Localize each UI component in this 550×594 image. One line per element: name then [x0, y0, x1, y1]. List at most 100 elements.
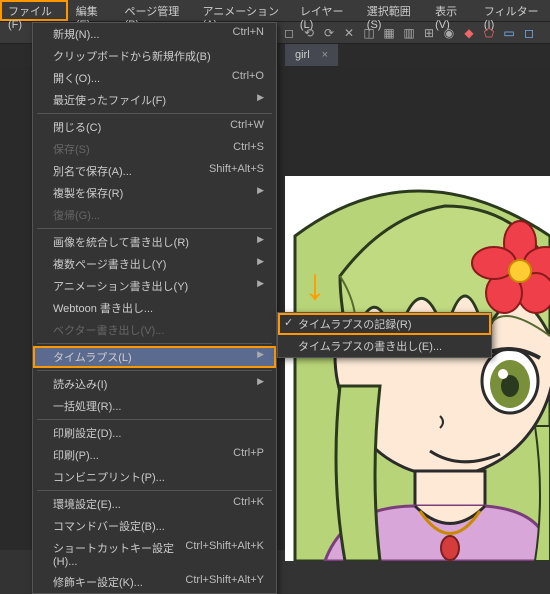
tool-icon-5[interactable]: ◫ — [360, 24, 378, 42]
tool-icon-13[interactable]: ◻ — [520, 24, 538, 42]
tool-icon-10[interactable]: ◆ — [460, 24, 478, 42]
menu-item[interactable]: 複製を保存(R) ▶ — [33, 182, 276, 204]
tool-icon-3[interactable]: ⟳ — [320, 24, 338, 42]
tab-close-icon[interactable]: × — [322, 49, 328, 61]
menu-item[interactable]: 別名で保存(A)...Shift+Alt+S — [33, 160, 276, 182]
menu-separator — [37, 228, 272, 229]
menu-item[interactable]: 一括処理(R)... — [33, 395, 276, 417]
submenu-arrow-icon: ▶ — [257, 234, 264, 250]
menu-item-label: 新規(N)... — [53, 26, 99, 42]
menu-item-label: Webtoon 書き出し... — [53, 300, 153, 316]
menu-item: 保存(S) Ctrl+S — [33, 138, 276, 160]
menu-item-label: 読み込み(I) — [53, 376, 107, 392]
menu-item-label: コンビニプリント(P)... — [53, 469, 165, 485]
tool-icon-8[interactable]: ⊞ — [420, 24, 438, 42]
menu-item[interactable]: Webtoon 書き出し... — [33, 297, 276, 319]
tool-icon-12[interactable]: ▭ — [500, 24, 518, 42]
tool-icon-11[interactable]: ⬠ — [480, 24, 498, 42]
menu-item-shortcut: Ctrl+O — [232, 70, 264, 86]
menu-item[interactable]: コマンドバー設定(B)... — [33, 515, 276, 537]
menu-item[interactable]: 印刷設定(D)... — [33, 422, 276, 444]
menu-layer[interactable]: レイヤー(L) — [292, 0, 359, 21]
menu-item[interactable]: 最近使ったファイル(F) ▶ — [33, 89, 276, 111]
menu-item-label: 印刷設定(D)... — [53, 425, 121, 441]
submenu-arrow-icon: ▶ — [257, 278, 264, 294]
canvas-artwork[interactable] — [285, 176, 550, 561]
menu-separator — [37, 419, 272, 420]
menu-item-label: ベクター書き出し(V)... — [53, 322, 164, 338]
submenu-item[interactable]: タイムラプスの書き出し(E)... — [278, 335, 491, 357]
tool-icon-7[interactable]: ▥ — [400, 24, 418, 42]
file-dropdown: 新規(N)... Ctrl+N クリップボードから新規作成(B) 開く(O)... Ct… — [32, 22, 277, 594]
menu-item-label: タイムラプス(L) — [53, 349, 132, 365]
menu-item[interactable]: 複数ページ書き出し(Y)▶ — [33, 253, 276, 275]
timelapse-submenu: ✓ タイムラプスの記録(R) タイムラプスの書き出し(E)... — [277, 312, 492, 358]
submenu-arrow-icon: ▶ — [257, 92, 264, 108]
menu-item[interactable]: 画像を統合して書き出し(R) ▶ — [33, 231, 276, 253]
menu-item-shortcut: Ctrl+Shift+Alt+K — [185, 540, 264, 568]
menu-item-label: 最近使ったファイル(F) — [53, 92, 166, 108]
menu-item-shortcut: Ctrl+S — [233, 141, 264, 157]
menu-item: ベクター書き出し(V)... — [33, 319, 276, 341]
menu-item[interactable]: 新規(N)... Ctrl+N — [33, 23, 276, 45]
menu-item-shortcut: Ctrl+P — [233, 447, 264, 463]
menu-item-label: ショートカットキー設定(H)... — [53, 540, 185, 568]
menu-item-label: 復帰(G)... — [53, 207, 100, 223]
menu-item-label: 環境設定(E)... — [53, 496, 121, 512]
menu-page[interactable]: ページ管理(P) — [117, 0, 195, 21]
menu-item-label: 閉じる(C) — [53, 119, 101, 135]
menu-item[interactable]: コンビニプリント(P)... — [33, 466, 276, 488]
menu-item-label: 開く(O)... — [53, 70, 100, 86]
menu-item-label: コマンドバー設定(B)... — [53, 518, 165, 534]
menu-item-label: 画像を統合して書き出し(R) — [53, 234, 189, 250]
menu-item[interactable]: 修飾キー設定(K)... Ctrl+Shift+Alt+Y — [33, 571, 276, 593]
annotation-arrow-icon: ↓ — [304, 260, 326, 310]
menu-item: 復帰(G)... — [33, 204, 276, 226]
submenu-item-label: タイムラプスの書き出し(E)... — [298, 338, 442, 354]
menu-item-label: 印刷(P)... — [53, 447, 99, 463]
tab-label: girl — [295, 49, 310, 61]
menu-item-label: 修飾キー設定(K)... — [53, 574, 143, 590]
menu-item[interactable]: タイムラプス(L) ▶ — [33, 346, 276, 368]
submenu-arrow-icon: ▶ — [257, 256, 264, 272]
menu-item[interactable]: 開く(O)... Ctrl+O — [33, 67, 276, 89]
menu-item[interactable]: 閉じる(C) Ctrl+W — [33, 116, 276, 138]
menu-item[interactable]: 環境設定(E)... Ctrl+K — [33, 493, 276, 515]
menu-separator — [37, 490, 272, 491]
menu-item-label: クリップボードから新規作成(B) — [53, 48, 211, 64]
menu-item-shortcut: Ctrl+W — [230, 119, 264, 135]
menu-item[interactable]: アニメーション書き出し(Y) ▶ — [33, 275, 276, 297]
tool-icon-6[interactable]: ▦ — [380, 24, 398, 42]
menu-item-label: 複製を保存(R) — [53, 185, 123, 201]
menu-view[interactable]: 表示(V) — [427, 0, 476, 21]
submenu-item[interactable]: ✓ タイムラプスの記録(R) — [278, 313, 491, 335]
tool-icon-9[interactable]: ◉ — [440, 24, 458, 42]
menu-item-shortcut: Ctrl+Shift+Alt+Y — [185, 574, 264, 590]
menu-item[interactable]: 印刷(P)... Ctrl+P — [33, 444, 276, 466]
menubar: ファイル(F) 編集(E) ページ管理(P) アニメーション(A) レイヤー(L… — [0, 0, 550, 22]
menu-item-shortcut: Ctrl+N — [233, 26, 264, 42]
menu-item[interactable]: 読み込み(I) ▶ — [33, 373, 276, 395]
submenu-arrow-icon: ▶ — [257, 185, 264, 201]
menu-filter[interactable]: フィルター(I) — [476, 0, 550, 21]
check-icon: ✓ — [284, 316, 293, 329]
menu-item-label: アニメーション書き出し(Y) — [53, 278, 188, 294]
menu-item[interactable]: ショートカットキー設定(H)...Ctrl+Shift+Alt+K — [33, 537, 276, 571]
menu-selection[interactable]: 選択範囲(S) — [359, 0, 427, 21]
tool-icon-4[interactable]: ✕ — [340, 24, 358, 42]
submenu-arrow-icon: ▶ — [257, 376, 264, 392]
menu-item-label: 保存(S) — [53, 141, 90, 157]
menu-file[interactable]: ファイル(F) — [0, 0, 68, 21]
menu-edit[interactable]: 編集(E) — [68, 0, 117, 21]
menu-item-shortcut: Ctrl+K — [233, 496, 264, 512]
tool-icon-2[interactable]: ⟲ — [300, 24, 318, 42]
menu-animation[interactable]: アニメーション(A) — [194, 0, 291, 21]
menu-separator — [37, 343, 272, 344]
menu-item[interactable]: クリップボードから新規作成(B) — [33, 45, 276, 67]
menu-separator — [37, 370, 272, 371]
submenu-arrow-icon: ▶ — [257, 349, 264, 365]
submenu-item-label: タイムラプスの記録(R) — [298, 316, 412, 332]
menu-separator — [37, 113, 272, 114]
document-tab[interactable]: girl × — [285, 44, 338, 66]
tool-icon-1[interactable]: ◻ — [280, 24, 298, 42]
